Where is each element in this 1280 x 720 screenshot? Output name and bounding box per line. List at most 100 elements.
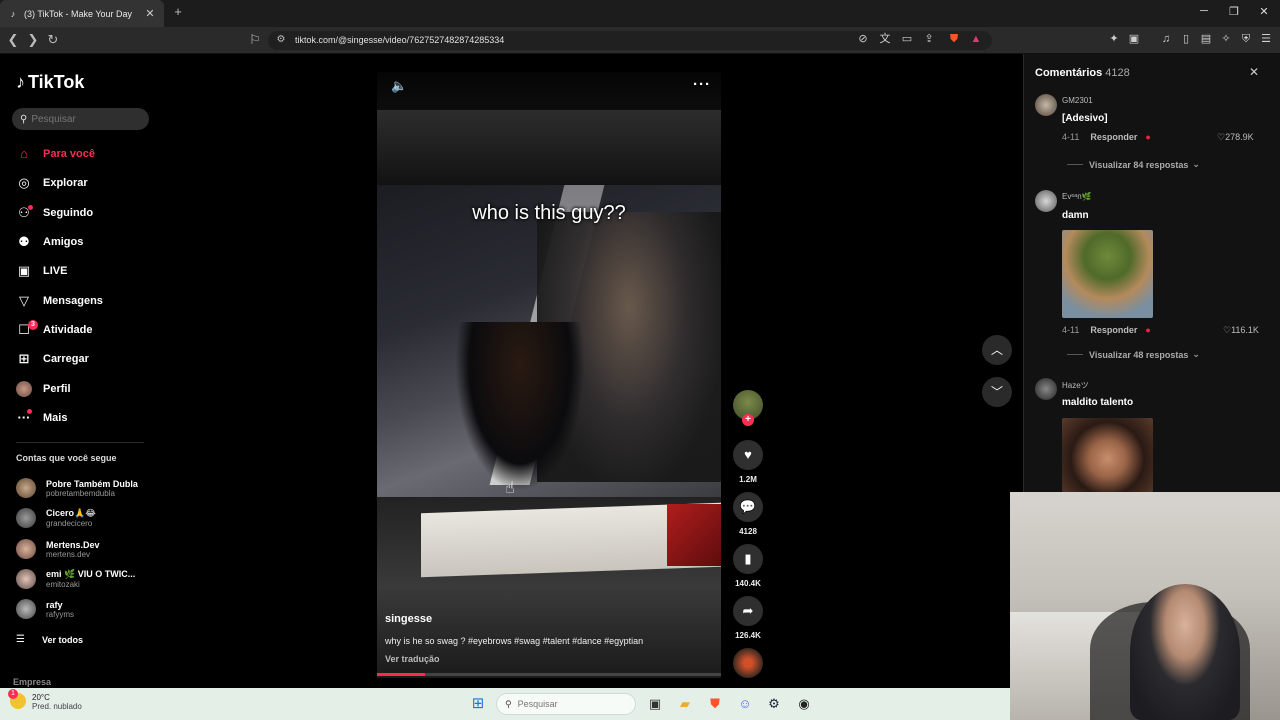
- extensions-icon[interactable]: ✦: [1106, 31, 1122, 47]
- forward-icon[interactable]: ❯: [24, 31, 42, 49]
- browser-tab[interactable]: ♪ (3) TikTok - Make Your Day ✕: [0, 0, 164, 27]
- nav-for-you[interactable]: ⌂ Para você: [16, 143, 146, 165]
- video-progress-bar[interactable]: [377, 673, 721, 676]
- see-all-link[interactable]: ☰ Ver todos: [16, 634, 83, 645]
- previous-video-button[interactable]: ︿: [982, 335, 1012, 365]
- comment-like[interactable]: ♡116.1K: [1223, 325, 1259, 336]
- next-video-button[interactable]: ﹀: [982, 377, 1012, 407]
- reply-button[interactable]: Responder: [1090, 325, 1137, 335]
- nav-friends[interactable]: ⚉ Amigos: [16, 231, 146, 253]
- home-icon: ⌂: [20, 146, 28, 161]
- comment-icon[interactable]: 💬: [733, 492, 763, 522]
- reload-icon[interactable]: ↻: [44, 31, 62, 49]
- taskbar-search[interactable]: ⚲: [496, 693, 636, 715]
- video-player[interactable]: who is this guy?? 🔈 ··· singesse why is …: [377, 72, 721, 678]
- no-translate-icon[interactable]: ⊘: [855, 31, 871, 47]
- close-tab-icon[interactable]: ✕: [144, 7, 156, 20]
- followed-account[interactable]: emi 🌿 VIU O TWIC... emitozaki: [16, 567, 146, 591]
- tiktok-logo[interactable]: ♪ TikTok: [16, 72, 84, 93]
- reply-button[interactable]: Responder: [1090, 132, 1137, 142]
- bookmark-icon[interactable]: ⚐: [246, 31, 264, 49]
- taskbar-search-input[interactable]: [517, 699, 608, 709]
- comment-meta: 4-11 Responder ●: [1062, 132, 1151, 142]
- minimize-icon[interactable]: ─: [1196, 5, 1212, 21]
- nav-upload[interactable]: ⊞ Carregar: [16, 348, 146, 370]
- volume-icon[interactable]: 🔈: [391, 78, 407, 94]
- screenshot-icon[interactable]: ▣: [1126, 31, 1142, 47]
- close-window-icon[interactable]: ✕: [1256, 5, 1272, 21]
- menu-icon[interactable]: ☰: [1258, 31, 1274, 47]
- webcam-person: [1130, 584, 1240, 720]
- comments-count: 4128: [1105, 67, 1130, 79]
- translate-icon[interactable]: 文: [877, 31, 893, 47]
- see-translation-link[interactable]: Ver tradução: [385, 654, 440, 664]
- following-heading: Contas que você segue: [16, 453, 117, 463]
- comments-title: Comentários 4128: [1035, 67, 1130, 79]
- brave-shield-icon[interactable]: ⛊: [946, 31, 962, 47]
- bookmark-icon[interactable]: ▮: [733, 544, 763, 574]
- leo-ai-icon[interactable]: ✧: [1218, 31, 1234, 47]
- followed-account[interactable]: Cicero🙏😂 grandecicero: [16, 506, 146, 530]
- weather-widget[interactable]: 1 20°C Pred. nublado: [8, 689, 82, 711]
- company-link[interactable]: Empresa: [13, 677, 51, 687]
- back-icon[interactable]: ❮: [4, 31, 22, 49]
- tiktok-favicon: ♪: [10, 8, 16, 19]
- site-settings-icon[interactable]: ⚙: [272, 31, 290, 49]
- heart-icon[interactable]: ♥: [733, 440, 763, 470]
- nav-live[interactable]: ▣ LIVE: [16, 260, 146, 282]
- brave-browser-icon[interactable]: ⛊: [705, 694, 725, 714]
- comment-username[interactable]: Evᵉᵃn🌿: [1062, 192, 1092, 201]
- comment-text: [Adesivo]: [1062, 113, 1108, 124]
- nav-following[interactable]: ⚇ Seguindo: [16, 202, 146, 224]
- save-action[interactable]: ▮ 140.4K: [733, 544, 763, 588]
- share-icon[interactable]: ⇪: [921, 31, 937, 47]
- task-view-icon[interactable]: ▣: [645, 694, 665, 714]
- comment-username[interactable]: GM2301: [1062, 96, 1093, 105]
- maximize-icon[interactable]: ❐: [1226, 5, 1242, 21]
- comment-username[interactable]: Hazeツ: [1062, 380, 1089, 391]
- view-replies-button[interactable]: Visualizar 84 respostas ⌄: [1067, 159, 1200, 170]
- search-input[interactable]: [31, 113, 142, 125]
- windows-start-icon[interactable]: ⊞: [468, 694, 488, 714]
- comment-sticker-image[interactable]: [1062, 418, 1153, 492]
- followed-account[interactable]: Mertens.Dev mertens.dev: [16, 537, 146, 561]
- comment-avatar[interactable]: [1035, 190, 1057, 212]
- vpn-icon[interactable]: ⛨: [1238, 31, 1254, 47]
- more-options-icon[interactable]: ···: [693, 76, 711, 93]
- wallet-icon[interactable]: ▤: [1198, 31, 1214, 47]
- obs-icon[interactable]: ◉: [794, 694, 814, 714]
- comment-action[interactable]: 💬 4128: [733, 492, 763, 536]
- music-disc-icon[interactable]: [733, 648, 763, 678]
- nav-profile[interactable]: Perfil: [16, 378, 146, 400]
- close-comments-icon[interactable]: ✕: [1249, 65, 1259, 79]
- search-box[interactable]: ⚲: [12, 108, 149, 130]
- messages-icon: ▽: [19, 293, 29, 308]
- followed-account[interactable]: Pobre Também Dubla pobretambemdubla: [16, 476, 146, 500]
- new-tab-button[interactable]: +: [170, 4, 186, 22]
- comment-avatar[interactable]: [1035, 378, 1057, 400]
- sidebar-toggle-icon[interactable]: ▯: [1178, 31, 1194, 47]
- comment-sticker-image[interactable]: [1062, 230, 1153, 318]
- nav-explore[interactable]: ◎ Explorar: [16, 172, 146, 194]
- media-icon[interactable]: ♫: [1158, 31, 1174, 47]
- followed-account[interactable]: rafy rafyyms: [16, 597, 146, 621]
- follow-plus-icon[interactable]: +: [742, 414, 754, 426]
- file-explorer-icon[interactable]: ▰: [675, 694, 695, 714]
- share-action[interactable]: ➦ 126.4K: [733, 596, 763, 640]
- comment-like[interactable]: ♡278.9K: [1217, 132, 1254, 143]
- progress-fill: [377, 673, 426, 676]
- steam-icon[interactable]: ⚙: [764, 694, 784, 714]
- nav-more[interactable]: ··· Mais: [16, 407, 146, 429]
- view-replies-button[interactable]: Visualizar 48 respostas ⌄: [1067, 349, 1200, 360]
- comment-avatar[interactable]: [1035, 94, 1057, 116]
- like-action[interactable]: ♥ 1.2M: [733, 440, 763, 484]
- discord-icon[interactable]: ☺: [735, 694, 755, 714]
- weather-text: Pred. nublado: [32, 702, 82, 711]
- nav-activity[interactable]: ☐ 3 Atividade: [16, 319, 146, 341]
- share-arrow-icon[interactable]: ➦: [733, 596, 763, 626]
- list-icon: ☰: [16, 634, 25, 645]
- cast-icon[interactable]: ▭: [899, 31, 915, 47]
- rewards-icon[interactable]: ▲: [968, 31, 984, 47]
- nav-messages[interactable]: ▽ Mensagens: [16, 290, 146, 312]
- video-author[interactable]: singesse: [385, 613, 432, 625]
